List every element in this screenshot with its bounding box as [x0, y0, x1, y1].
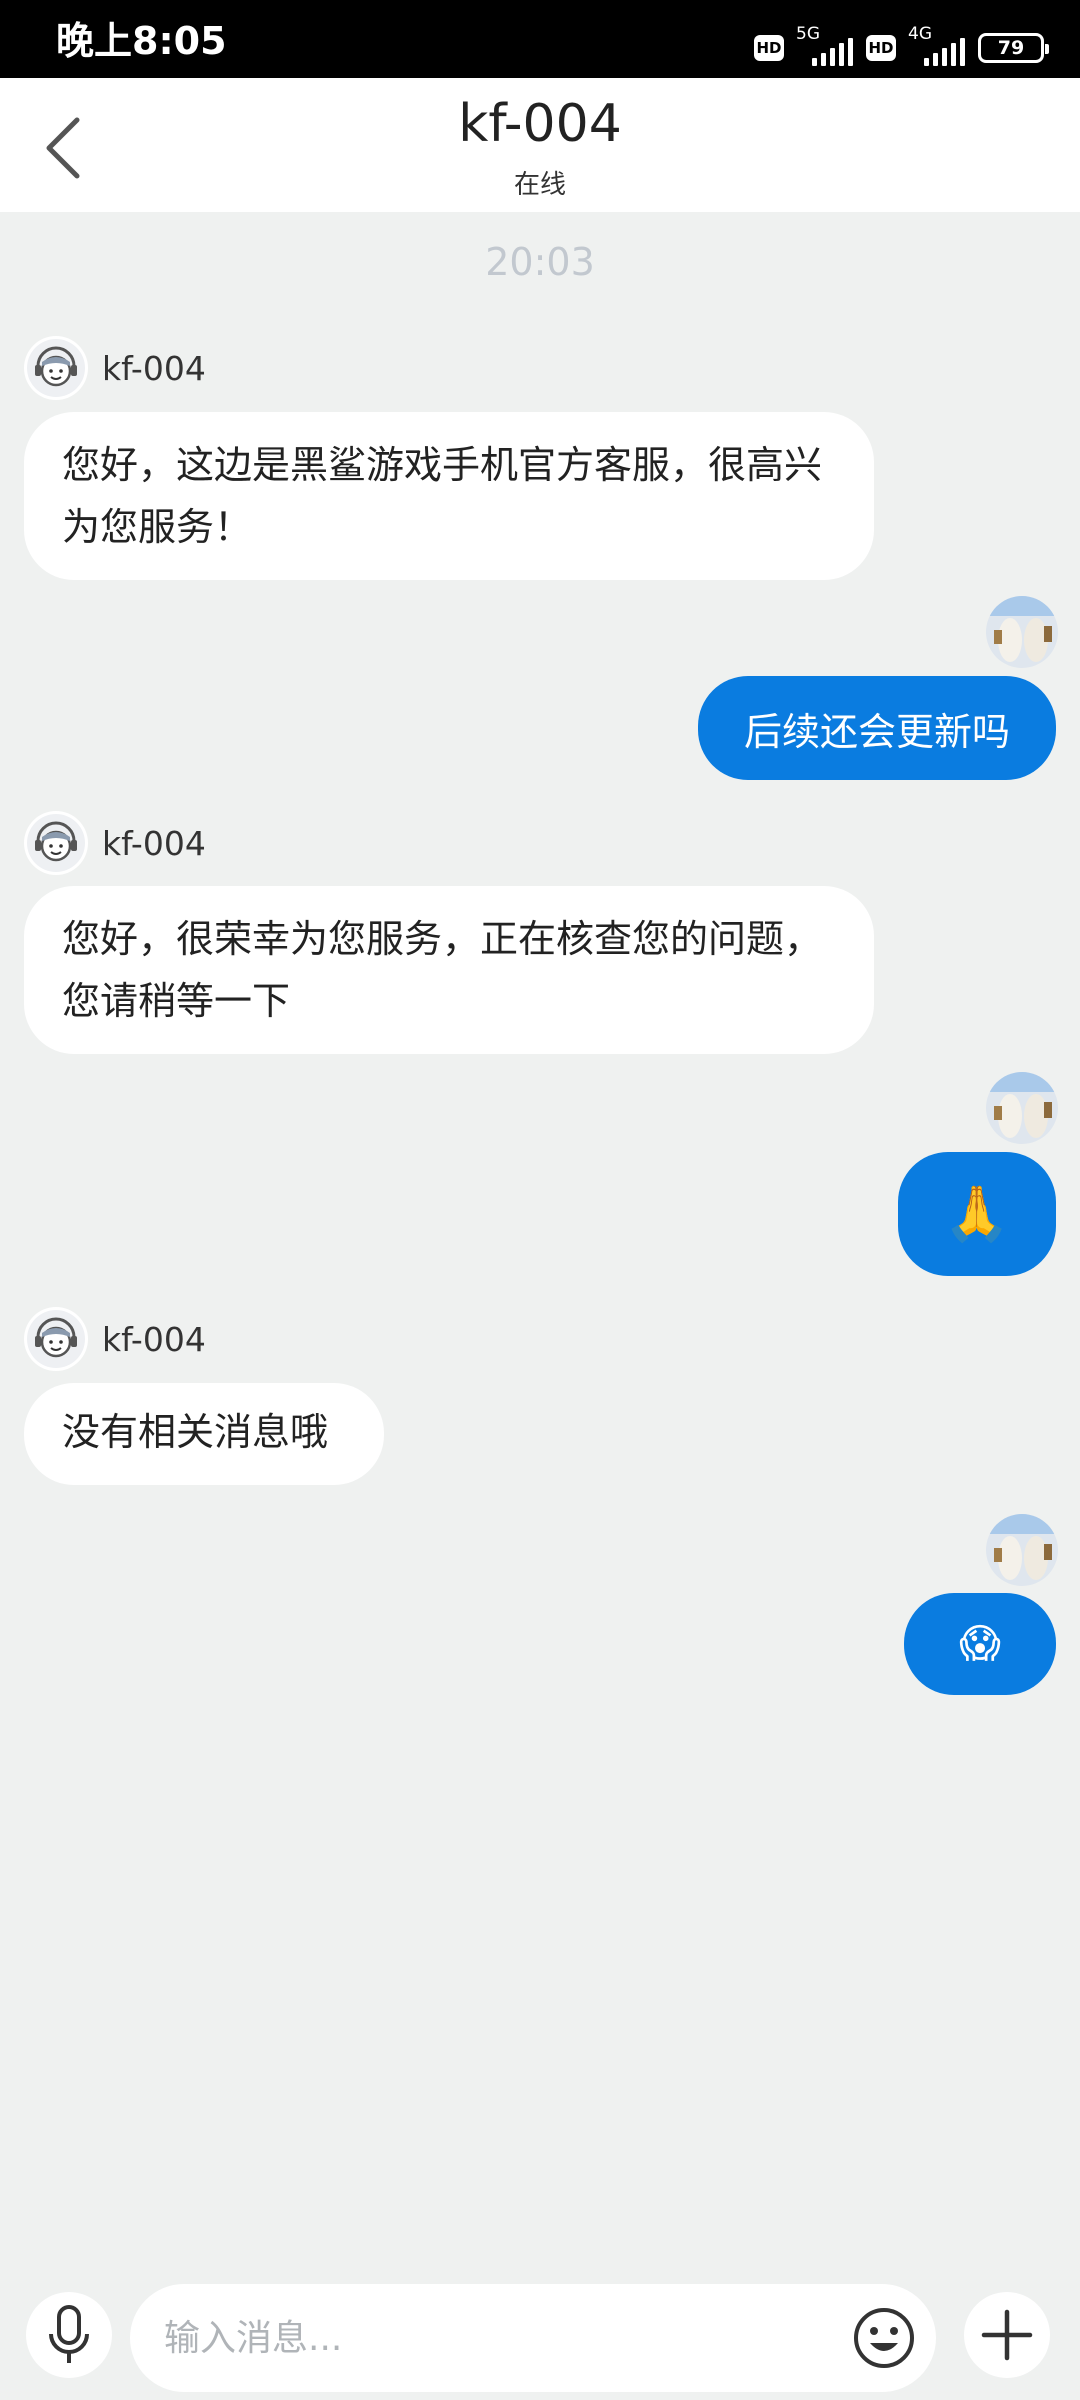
battery-icon: 79	[978, 33, 1049, 63]
chat-timestamp: 20:03	[485, 240, 595, 284]
user-avatar[interactable]	[986, 1072, 1058, 1144]
agent-header: kf-004	[24, 811, 206, 875]
user-photo-icon	[986, 596, 1058, 668]
hd-icon: HD	[754, 35, 784, 61]
message-input-box[interactable]	[130, 2284, 936, 2392]
user-avatar[interactable]	[986, 1514, 1058, 1586]
agent-name: kf-004	[102, 348, 206, 388]
battery-level: 79	[997, 37, 1025, 59]
agent-message[interactable]: 您好，这边是黑鲨游戏手机官方客服，很高兴为您服务！	[24, 412, 874, 580]
signal-5g-icon: 5G	[794, 24, 856, 68]
user-message[interactable]: 😱	[904, 1593, 1056, 1695]
signal-4g-icon: 4G	[906, 24, 968, 68]
more-options-button[interactable]	[964, 2292, 1050, 2378]
message-input[interactable]	[164, 2306, 844, 2370]
plus-icon	[981, 2309, 1033, 2361]
status-bar: 晚上8:05 HD 5G HD 4G 79	[0, 0, 1080, 78]
online-status: 在线	[513, 170, 566, 200]
agent-avatar[interactable]	[24, 811, 88, 875]
message-input-bar	[0, 2270, 1080, 2400]
voice-button[interactable]	[26, 2292, 112, 2378]
agent-message[interactable]: 您好，很荣幸为您服务，正在核查您的问题，您请稍等一下	[24, 886, 874, 1054]
agent-avatar[interactable]	[24, 1307, 88, 1371]
user-avatar[interactable]	[986, 596, 1058, 668]
agent-name: kf-004	[102, 823, 206, 863]
agent-header: kf-004	[24, 1307, 206, 1371]
user-photo-icon	[986, 1514, 1058, 1586]
user-photo-icon	[986, 1072, 1058, 1144]
microphone-icon	[49, 2305, 89, 2363]
status-time: 晚上8:05	[56, 19, 227, 63]
chat-title: kf-004	[458, 94, 622, 154]
hd-icon-2: HD	[866, 35, 896, 61]
support-agent-icon	[27, 339, 85, 397]
user-message[interactable]: 后续还会更新吗	[698, 676, 1056, 780]
support-agent-icon	[27, 814, 85, 872]
user-message[interactable]: 🙏	[898, 1152, 1056, 1276]
chat-header: kf-004 在线	[0, 78, 1080, 212]
agent-header: kf-004	[24, 336, 206, 400]
support-agent-icon	[27, 1310, 85, 1368]
status-icons: HD 5G HD 4G 79	[754, 24, 1049, 68]
agent-avatar[interactable]	[24, 336, 88, 400]
smiley-icon	[854, 2308, 914, 2368]
agent-name: kf-004	[102, 1319, 206, 1359]
agent-message[interactable]: 没有相关消息哦	[24, 1383, 384, 1485]
emoji-button[interactable]	[850, 2304, 918, 2372]
